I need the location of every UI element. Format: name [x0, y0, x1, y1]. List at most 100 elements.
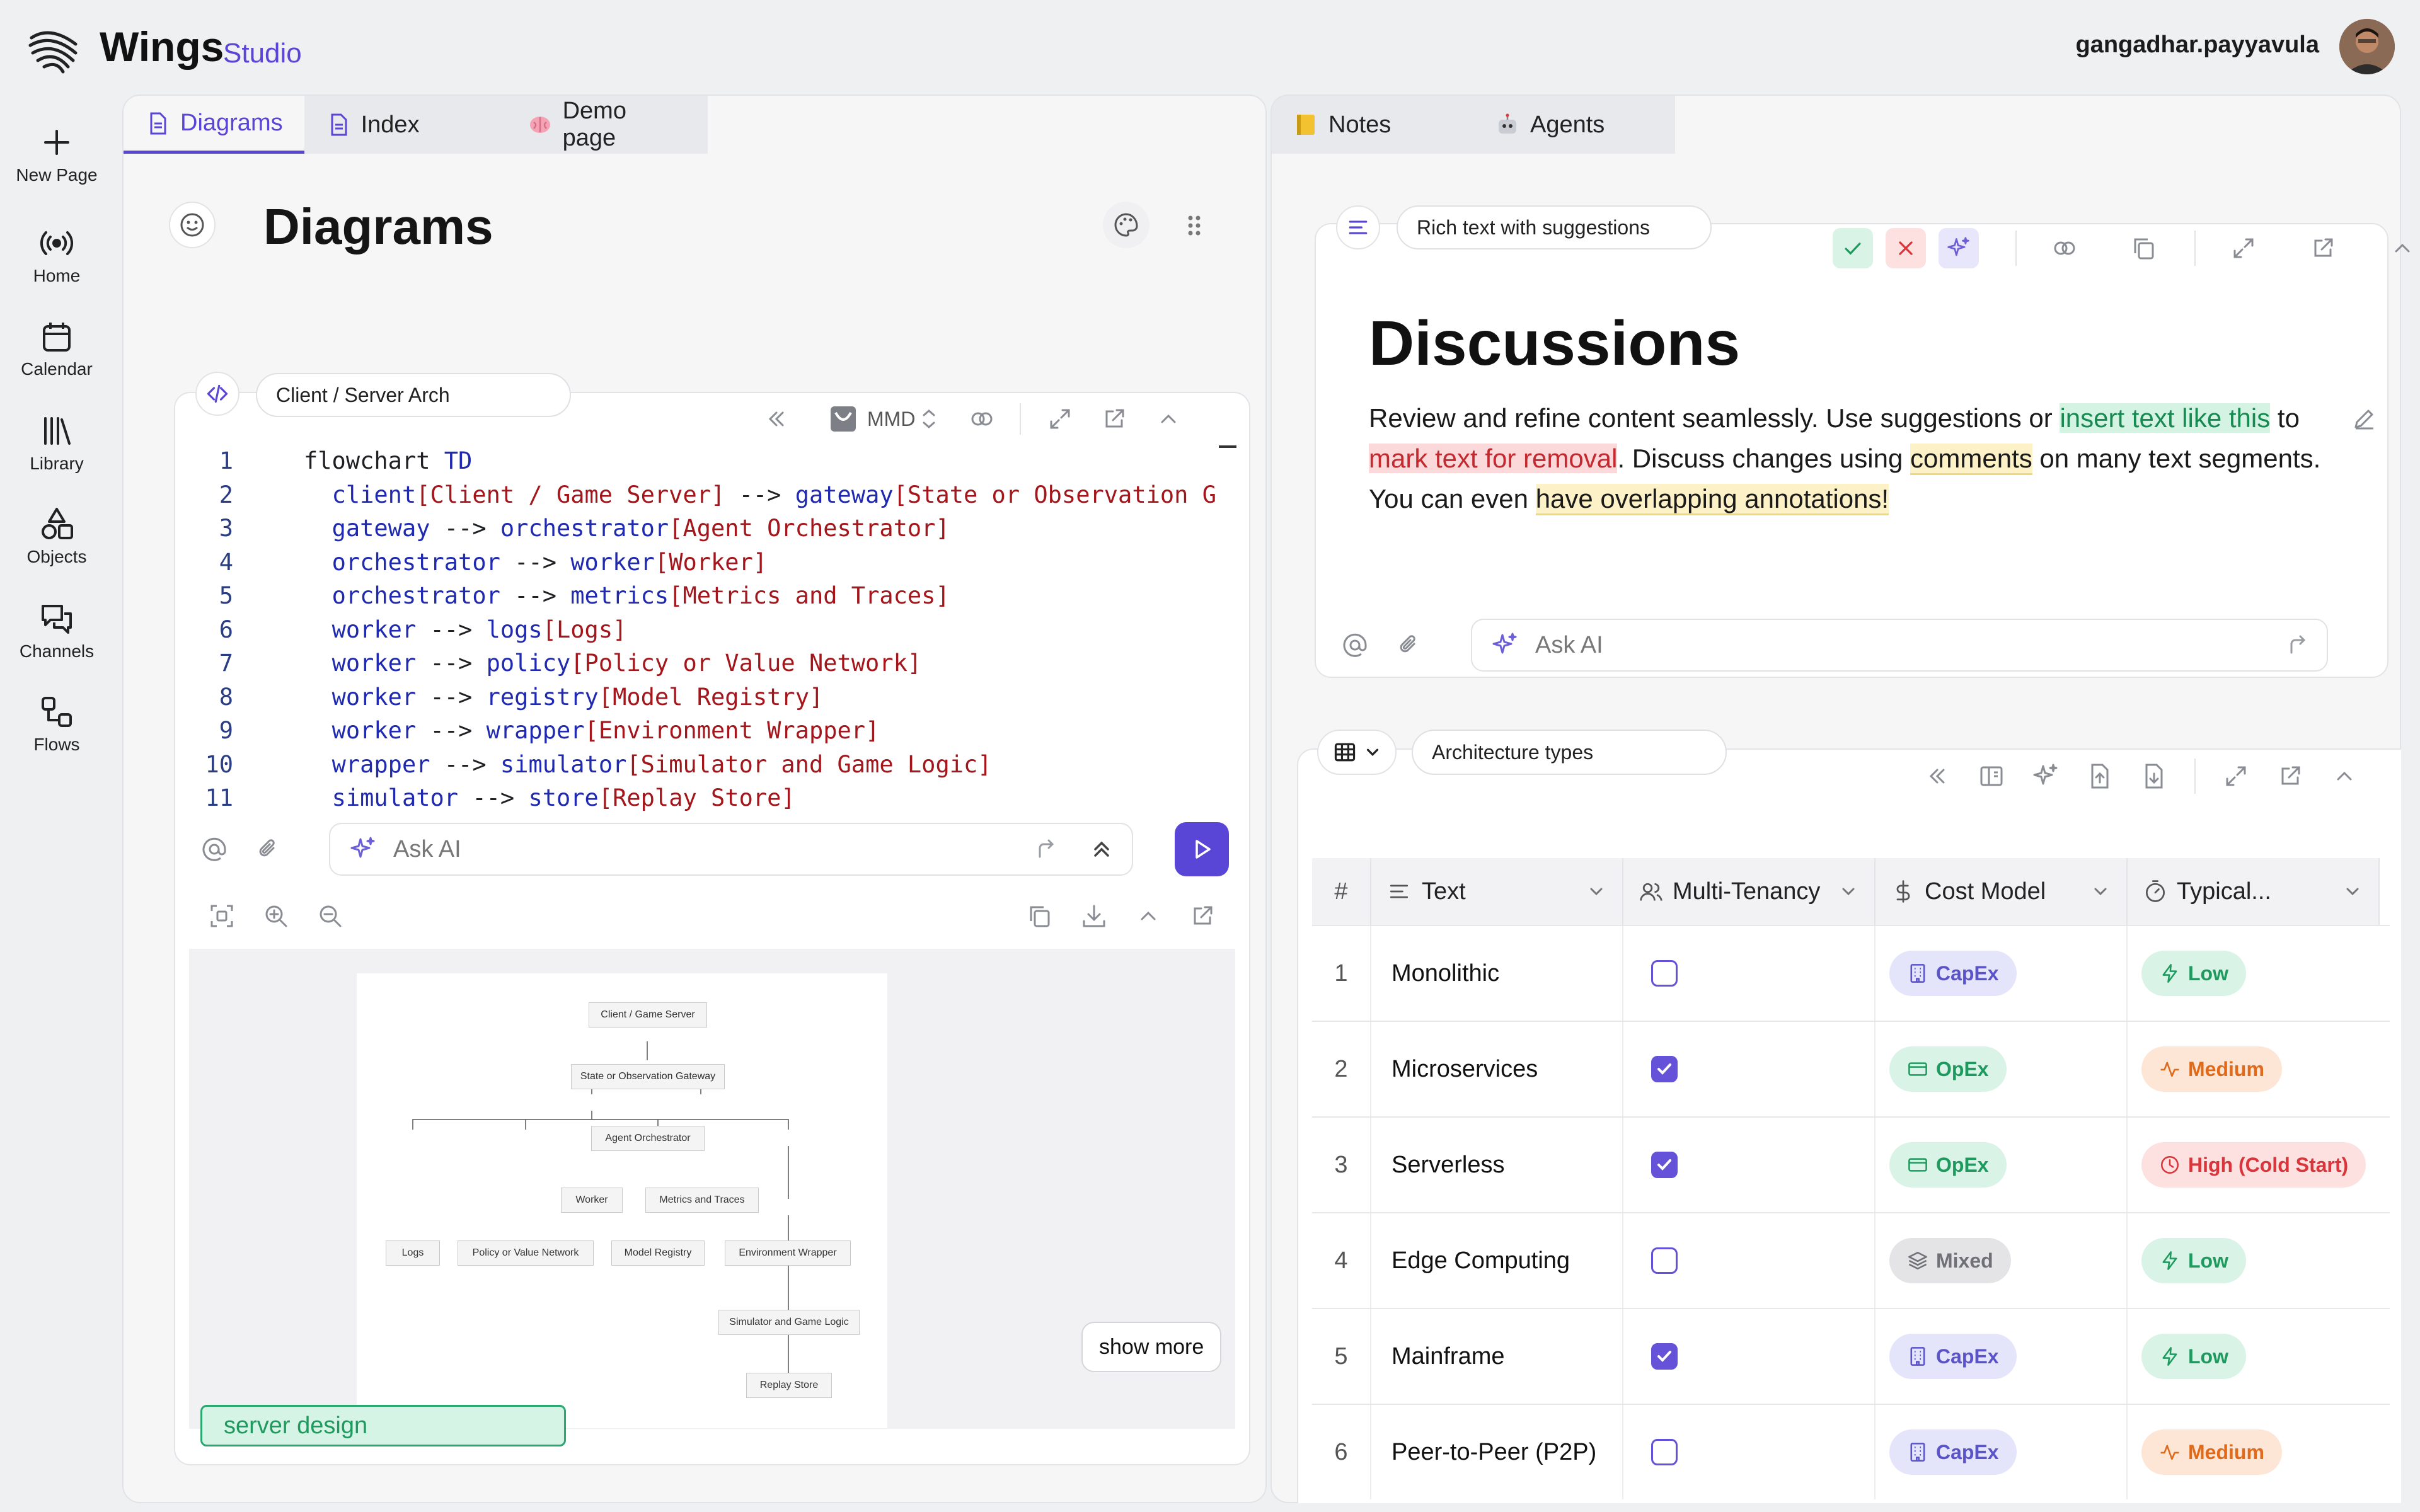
- cell-typical[interactable]: Medium: [2128, 1405, 2390, 1499]
- cell-text[interactable]: Serverless: [1371, 1118, 1623, 1212]
- typical-badge[interactable]: Low: [2141, 1334, 2246, 1379]
- comment-suggestion[interactable]: have overlapping annotations!: [1535, 484, 1889, 515]
- expand-icon[interactable]: [1046, 405, 1074, 433]
- rich-ask-ai-field[interactable]: Ask AI: [1471, 619, 2328, 672]
- insert-suggestion[interactable]: insert text like this: [2060, 403, 2271, 433]
- open-external-icon[interactable]: [1100, 405, 1128, 433]
- code-editor[interactable]: 1 2 3 4 5 6 7 8 9 10 11 flowchart TD client[Client…: [195, 444, 1216, 816]
- cell-text[interactable]: Edge Computing: [1371, 1213, 1623, 1308]
- attachment-icon[interactable]: [1395, 631, 1423, 659]
- cell-multi-tenancy[interactable]: [1623, 1309, 1876, 1404]
- diagram-node[interactable]: Metrics and Traces: [645, 1188, 759, 1213]
- show-more-button[interactable]: show more: [1081, 1322, 1222, 1372]
- rail-library[interactable]: Library: [0, 412, 113, 474]
- tab-notes[interactable]: Notes: [1272, 96, 1473, 154]
- diagram-node[interactable]: Agent Orchestrator: [591, 1126, 705, 1151]
- comment-suggestion[interactable]: comments: [1910, 444, 2032, 475]
- collapse-left-icon[interactable]: [763, 405, 790, 433]
- open-external-icon[interactable]: [2309, 234, 2337, 262]
- table-row[interactable]: 2 Microservices OpEx Medium: [1312, 1021, 2390, 1116]
- checkbox[interactable]: [1651, 1439, 1678, 1465]
- diagram-node[interactable]: Worker: [561, 1188, 623, 1213]
- link-icon[interactable]: [2051, 234, 2078, 262]
- table-row[interactable]: 6 Peer-to-Peer (P2P) CapEx Medium: [1312, 1404, 2390, 1499]
- scroll-indicator[interactable]: [1219, 445, 1236, 448]
- file-download-icon[interactable]: [2140, 762, 2168, 790]
- cell-typical[interactable]: Low: [2128, 926, 2390, 1021]
- diagram-node[interactable]: Logs: [386, 1240, 440, 1266]
- cell-text[interactable]: Peer-to-Peer (P2P): [1371, 1405, 1623, 1499]
- checkbox[interactable]: [1651, 1056, 1678, 1082]
- cell-cost-model[interactable]: CapEx: [1876, 926, 2128, 1021]
- avatar[interactable]: [2339, 19, 2395, 74]
- cost-badge[interactable]: Mixed: [1889, 1238, 2011, 1283]
- cell-cost-model[interactable]: CapEx: [1876, 1309, 2128, 1404]
- table-row[interactable]: 1 Monolithic CapEx Low: [1312, 925, 2390, 1021]
- cost-badge[interactable]: CapEx: [1889, 1334, 2017, 1379]
- cell-typical[interactable]: Low: [2128, 1309, 2390, 1404]
- cell-cost-model[interactable]: OpEx: [1876, 1118, 2128, 1212]
- typical-badge[interactable]: Medium: [2141, 1429, 2282, 1475]
- chevrons-up-icon[interactable]: [1088, 835, 1115, 863]
- column-header-cost-model[interactable]: Cost Model: [1876, 858, 2128, 925]
- code-icon-button[interactable]: [195, 372, 239, 416]
- download-icon[interactable]: [1080, 902, 1108, 930]
- typical-badge[interactable]: Low: [2141, 1238, 2246, 1283]
- diagram-node[interactable]: Replay Store: [746, 1373, 832, 1398]
- copy-icon[interactable]: [1026, 902, 1054, 930]
- diagram-node[interactable]: Simulator and Game Logic: [718, 1310, 860, 1335]
- cost-badge[interactable]: CapEx: [1889, 1429, 2017, 1475]
- run-button[interactable]: [1175, 822, 1229, 876]
- column-header-multi-tenancy[interactable]: Multi-Tenancy: [1623, 858, 1876, 925]
- chevron-up-icon[interactable]: [1134, 902, 1162, 930]
- typical-badge[interactable]: Medium: [2141, 1046, 2282, 1092]
- cell-text[interactable]: Monolithic: [1371, 926, 1623, 1021]
- open-external-icon[interactable]: [1189, 902, 1216, 930]
- cell-cost-model[interactable]: Mixed: [1876, 1213, 2128, 1308]
- column-header-text[interactable]: Text: [1371, 858, 1623, 925]
- cell-multi-tenancy[interactable]: [1623, 1405, 1876, 1499]
- file-upload-icon[interactable]: [2086, 762, 2114, 790]
- diagram-node[interactable]: Model Registry: [611, 1240, 705, 1266]
- drag-handle-icon[interactable]: [1185, 213, 1204, 238]
- server-design-tag[interactable]: server design: [200, 1405, 566, 1446]
- chevron-updown-icon[interactable]: [915, 405, 943, 433]
- chevron-up-icon[interactable]: [2388, 234, 2416, 262]
- ai-sparkles-icon[interactable]: [2032, 762, 2060, 790]
- chevron-up-icon[interactable]: [1155, 405, 1182, 433]
- remove-suggestion[interactable]: mark text for removal: [1369, 444, 1618, 473]
- tab-diagrams[interactable]: Diagrams: [124, 96, 304, 154]
- tab-demo-page[interactable]: Demo page: [505, 96, 708, 154]
- send-arrow-icon[interactable]: [2283, 631, 2310, 659]
- at-mention-icon[interactable]: [200, 835, 228, 863]
- code-block-name[interactable]: Client / Server Arch: [256, 373, 571, 417]
- open-external-icon[interactable]: [2276, 762, 2304, 790]
- checkbox[interactable]: [1651, 960, 1678, 987]
- tab-index[interactable]: Index: [304, 96, 506, 154]
- copy-icon[interactable]: [2130, 234, 2158, 262]
- cell-multi-tenancy[interactable]: [1623, 1022, 1876, 1116]
- expand-icon[interactable]: [2230, 234, 2257, 262]
- typical-badge[interactable]: High (Cold Start): [2141, 1142, 2366, 1188]
- cell-multi-tenancy[interactable]: [1623, 926, 1876, 1021]
- link-icon[interactable]: [968, 405, 996, 433]
- theme-palette-button[interactable]: [1103, 202, 1150, 248]
- zoom-out-icon[interactable]: [316, 902, 344, 930]
- cell-multi-tenancy[interactable]: [1623, 1213, 1876, 1308]
- emoji-picker-button[interactable]: [169, 202, 216, 248]
- cell-typical[interactable]: Low: [2128, 1213, 2390, 1308]
- zoom-in-icon[interactable]: [262, 902, 290, 930]
- code-ask-ai-field[interactable]: Ask AI: [329, 823, 1133, 876]
- cell-text[interactable]: Mainframe: [1371, 1309, 1623, 1404]
- username[interactable]: gangadhar.payyavula: [2076, 32, 2320, 59]
- checkbox[interactable]: [1651, 1343, 1678, 1370]
- rail-objects[interactable]: Objects: [0, 505, 113, 567]
- diagram-node[interactable]: Environment Wrapper: [725, 1240, 851, 1266]
- table-row[interactable]: 5 Mainframe CapEx Low: [1312, 1308, 2390, 1404]
- ai-sparkles-icon[interactable]: [1939, 228, 1979, 268]
- checkbox[interactable]: [1651, 1247, 1678, 1274]
- diagram-canvas[interactable]: Client / Game Server State or Observatio…: [357, 973, 887, 1428]
- rail-calendar[interactable]: Calendar: [0, 318, 113, 379]
- cost-badge[interactable]: OpEx: [1889, 1046, 2007, 1092]
- chevron-up-icon[interactable]: [2331, 762, 2358, 790]
